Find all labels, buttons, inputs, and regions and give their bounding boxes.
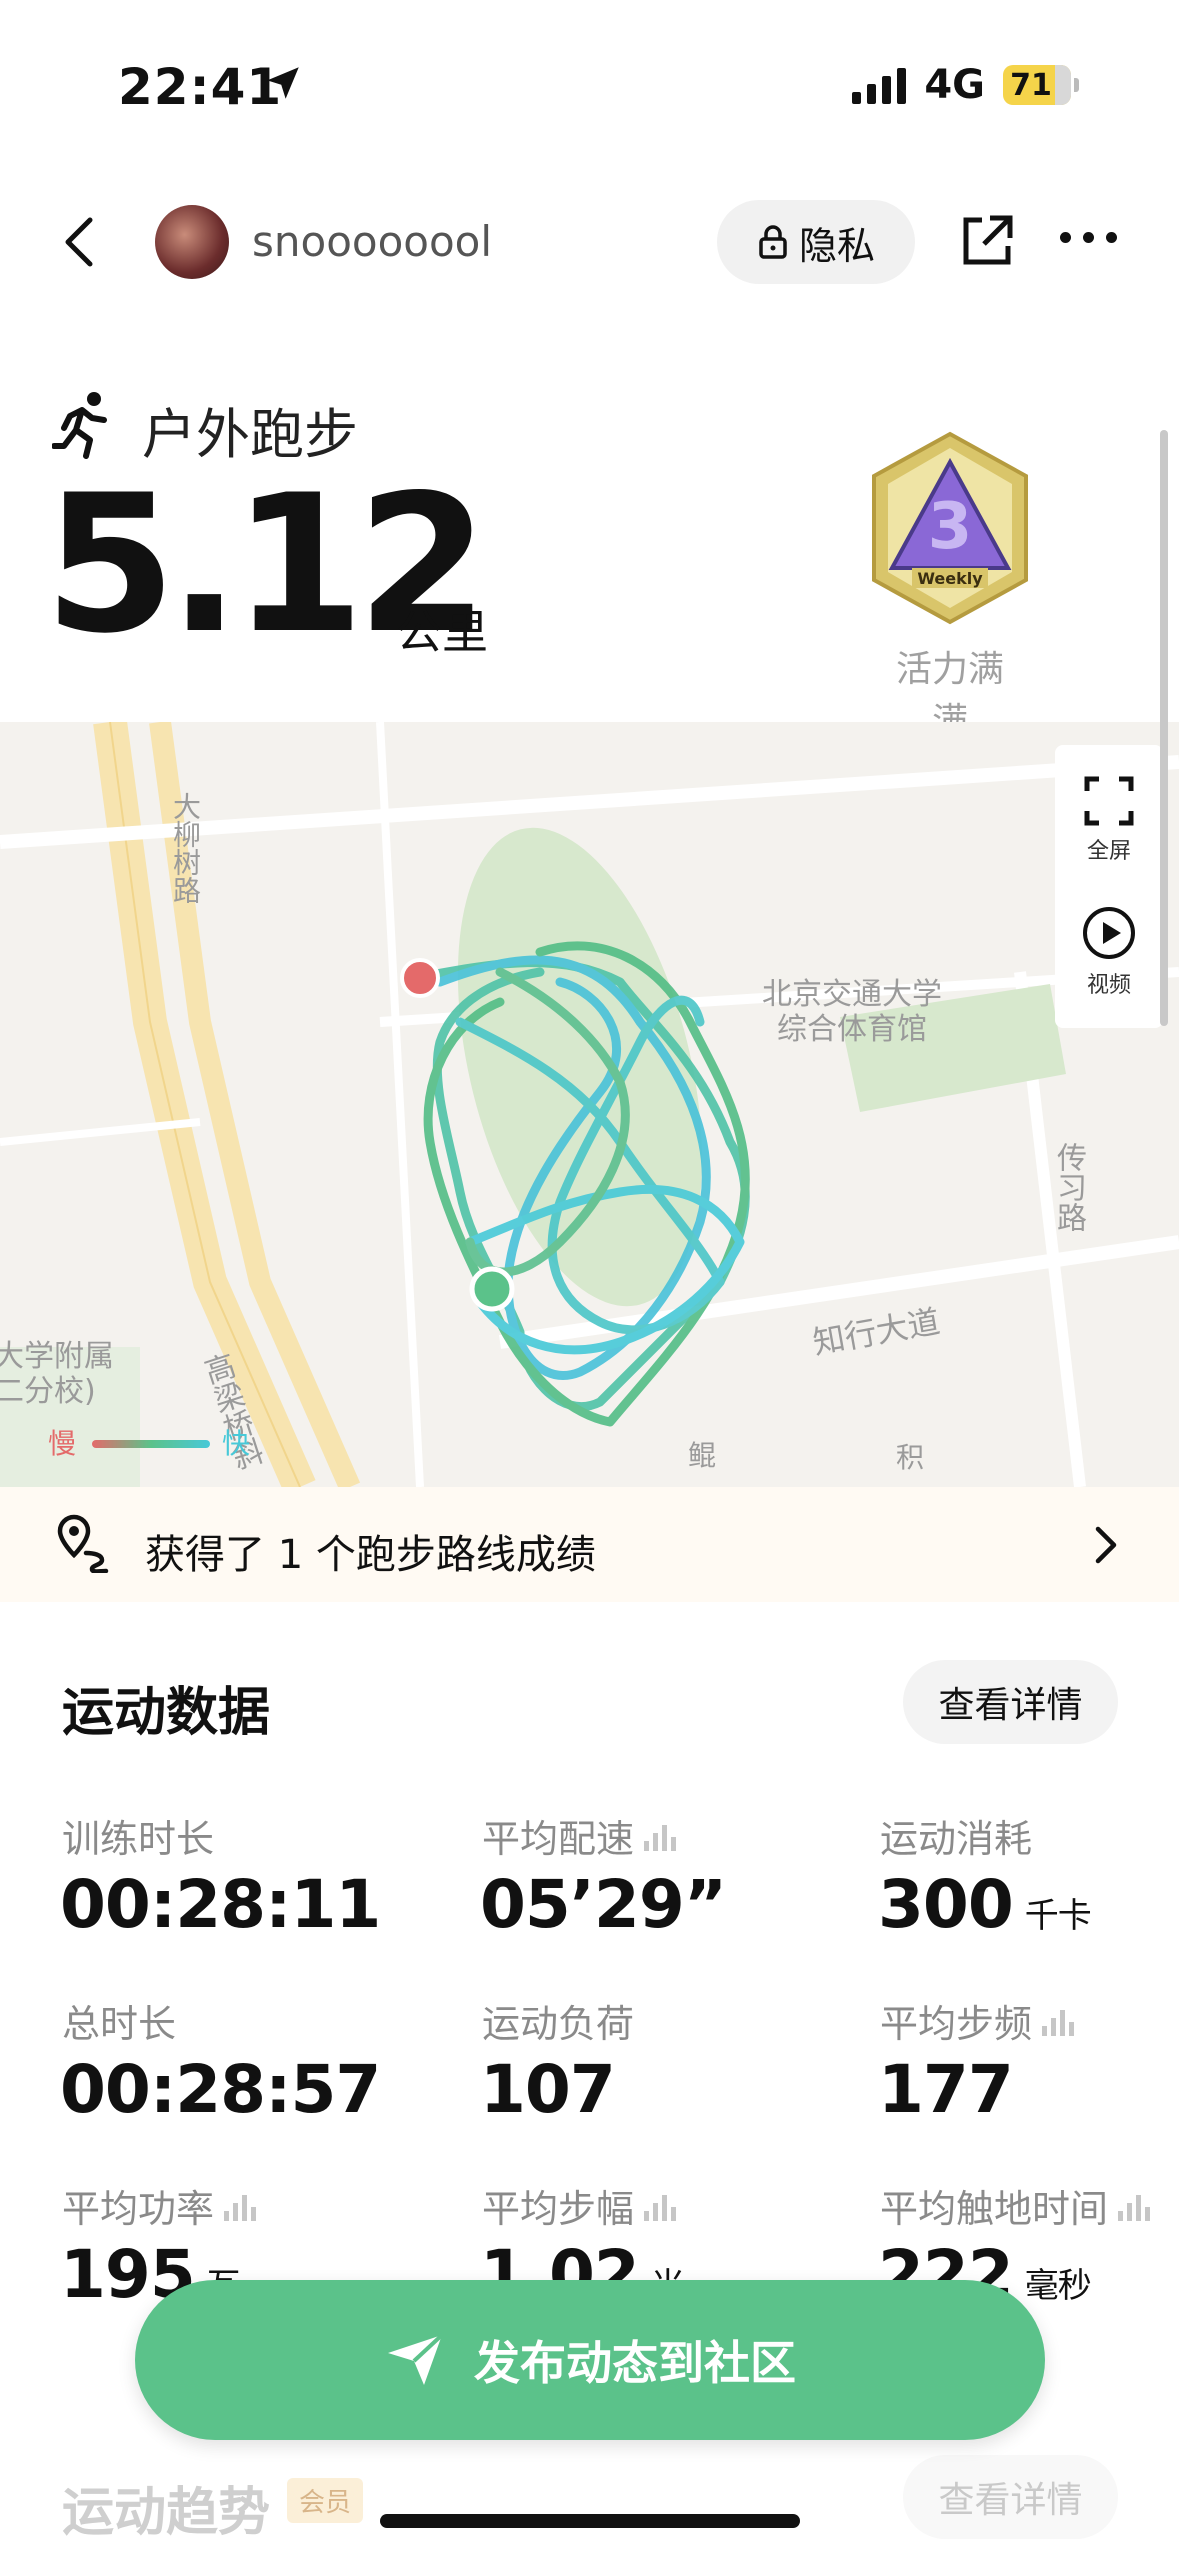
stat-value: 177 [878,2051,1014,2128]
stat-label: 平均触地时间 [880,2178,1151,2233]
achievement-text: 获得了 1 个跑步路线成绩 [145,1532,596,1578]
battery-icon: 71 [1003,65,1079,105]
video-button[interactable]: 视频 [1055,905,1163,999]
privacy-button[interactable]: 隐私 [717,200,915,284]
location-arrow-icon [267,67,299,99]
distance-unit: 公里 [396,605,488,659]
fullscreen-icon [1084,776,1134,826]
fullscreen-label: 全屏 [1086,839,1131,864]
stat-label: 训练时长 [62,1808,214,1863]
more-icon[interactable] [1060,232,1117,243]
trend-title: 运动趋势 [62,2483,271,2543]
back-arrow-icon[interactable] [50,212,110,272]
trend-detail-button[interactable]: 查看详情 [903,2455,1118,2539]
vip-badge: 会员 [287,2478,364,2523]
stat-value: 107 [480,2051,616,2128]
fullscreen-button[interactable]: 全屏 [1055,775,1163,865]
chevron-right-icon[interactable] [1090,1523,1122,1567]
username[interactable]: snoooooool [252,217,492,266]
status-right: 4G 71 [852,62,1079,108]
publish-to-community-button[interactable]: 发布动态到社区 [135,2280,1045,2440]
stat-label-text: 平均配速 [482,1817,635,1861]
legend-slow: 慢 [48,1427,77,1460]
stat-label: 平均功率 [62,2178,257,2233]
signal-icon [852,66,907,104]
stat-value-text: 177 [878,2051,1014,2128]
map-label-road: 大柳树路 [169,792,202,904]
map-label-gym: 北京交通大学 综合体育馆 [762,977,942,1047]
trend-chart-icon[interactable] [224,2191,257,2221]
stat-value: 00:28:57 [60,2051,381,2128]
battery-level: 71 [1010,67,1052,103]
trend-chart-icon[interactable] [644,2191,677,2221]
stat-value-text: 05’29” [480,1866,727,1943]
trend-chart-icon[interactable] [1042,2006,1075,2036]
stat-label: 平均步频 [880,1993,1075,2048]
stat-label: 运动消耗 [880,1808,1032,1863]
route-pin-icon [57,1514,109,1573]
privacy-label: 隐私 [798,223,875,268]
stat-label-text: 平均功率 [62,2187,215,2231]
trend-chart-icon[interactable] [644,1821,677,1851]
avatar[interactable] [155,205,229,279]
video-label: 视频 [1086,973,1131,998]
lock-icon [759,225,787,259]
network-type: 4G [924,62,985,108]
stat-value-text: 00:28:57 [60,2051,381,2128]
play-icon [1083,907,1135,959]
stat-label-text: 总时长 [62,2002,177,2046]
stat-label: 平均步幅 [482,2178,677,2233]
stat-label-text: 运动消耗 [880,1817,1033,1861]
stat-label: 运动负荷 [482,1993,634,2048]
map-label-school: 大学附属 二分校) [0,1339,114,1409]
svg-text:3: 3 [928,490,973,564]
stats-detail-button[interactable]: 查看详情 [903,1660,1118,1744]
stat-value: 300 千卡 [878,1866,1092,1943]
stat-label-text: 平均步幅 [482,2187,635,2231]
stat-value-text: 107 [480,2051,616,2128]
scrollbar[interactable] [1160,430,1168,1026]
stat-value-text: 00:28:11 [60,1866,381,1943]
share-icon[interactable] [958,212,1016,270]
stat-unit: 千卡 [1024,1896,1092,1936]
send-icon [388,2333,444,2385]
publish-label: 发布动态到社区 [474,2336,796,2390]
stat-label-text: 平均步频 [880,2002,1033,2046]
legend-fast: 快 [222,1427,251,1460]
route-map[interactable]: 大柳树路 北京交通大学 综合体育馆 传习路 知行大道 大学附属 二分校) 高梁桥… [0,722,1179,1487]
stat-value-text: 300 [878,1866,1014,1943]
stat-label-text: 运动负荷 [482,2002,635,2046]
stat-label-text: 训练时长 [62,1817,215,1861]
trend-chart-icon[interactable] [1118,2191,1151,2221]
stats-title: 运动数据 [62,1683,271,1743]
home-indicator[interactable] [380,2514,800,2528]
weekly-badge-icon[interactable]: 3 Weekly [862,430,1038,626]
status-time: 22:41 [118,58,283,116]
stat-unit: 毫秒 [1024,2266,1092,2306]
stat-label-text: 平均触地时间 [880,2187,1109,2231]
map-controls: 全屏 视频 [1055,745,1163,1028]
stat-label: 总时长 [62,1993,176,2048]
stat-value: 00:28:11 [60,1866,381,1943]
running-icon [52,392,107,459]
stat-value: 05’29” [480,1866,727,1943]
stat-label: 平均配速 [482,1808,677,1863]
map-label-ji: 积 [896,1441,925,1474]
badge-weekly-text: Weekly [917,569,983,588]
map-label-kun: 鲲 [688,1439,717,1472]
map-label-chuanxi: 传习路 [1051,1142,1086,1232]
